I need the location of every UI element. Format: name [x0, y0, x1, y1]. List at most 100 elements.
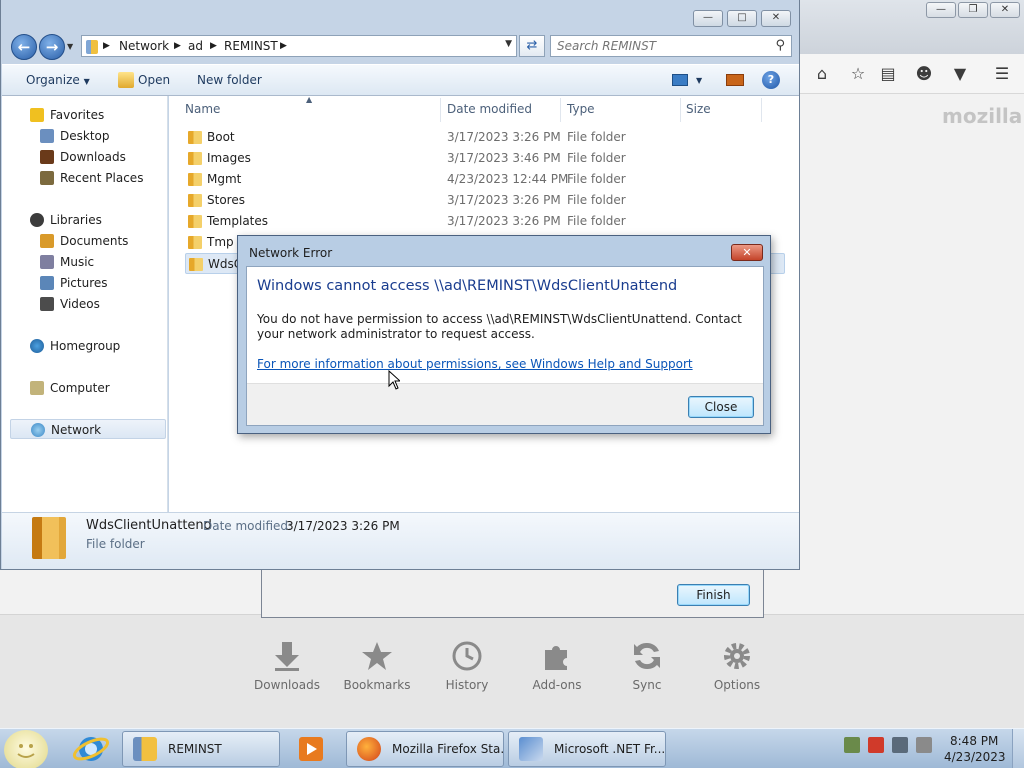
column-divider[interactable]	[560, 98, 561, 122]
file-row[interactable]: Boot 3/17/2023 3:26 PM File folder	[185, 127, 785, 148]
breadcrumb-reminst[interactable]: REMINST	[224, 39, 278, 53]
help-icon[interactable]: ?	[762, 71, 780, 89]
launcher-history[interactable]: History	[422, 640, 512, 692]
column-header-date[interactable]: Date modified	[447, 102, 532, 116]
explorer-minimize-button[interactable]: —	[693, 10, 723, 27]
download-arrow-icon	[275, 642, 299, 671]
breadcrumb-ad[interactable]: ad	[188, 39, 203, 53]
puzzle-icon	[545, 646, 567, 670]
music-icon	[40, 255, 54, 269]
dialog-heading: Windows cannot access \\ad\REMINST\WdsCl…	[257, 278, 678, 294]
new-folder-button[interactable]: New folder	[197, 73, 262, 87]
preview-pane-icon[interactable]	[726, 74, 744, 86]
dialog-footer: Close	[247, 383, 763, 425]
clock-date[interactable]: 4/23/2023	[944, 750, 1006, 764]
nav-recent-places[interactable]: Recent Places	[10, 168, 166, 188]
bookmark-star-icon[interactable]: ☆	[848, 64, 868, 84]
nav-computer[interactable]: Computer	[10, 378, 166, 398]
launcher-downloads[interactable]: Downloads	[242, 640, 332, 692]
pocket-icon[interactable]: ▼	[950, 64, 970, 84]
volume-muted-icon[interactable]	[916, 737, 932, 753]
launcher-sync[interactable]: Sync	[602, 640, 692, 692]
finish-button[interactable]: Finish	[677, 584, 750, 606]
media-player-pin[interactable]	[286, 732, 336, 766]
search-input[interactable]	[557, 39, 767, 53]
taskbar-dotnet-button[interactable]: Microsoft .NET Fr...	[508, 731, 666, 767]
nav-desktop[interactable]: Desktop	[10, 126, 166, 146]
search-box[interactable]: ⚲	[550, 35, 792, 57]
details-modified-label: Date modified:	[203, 519, 293, 533]
nav-libraries[interactable]: Libraries	[10, 210, 166, 230]
file-row[interactable]: Stores 3/17/2023 3:26 PM File folder	[185, 190, 785, 211]
navigation-pane: Favorites Desktop Downloads Recent Place…	[2, 96, 168, 512]
menu-icon[interactable]: ☰	[992, 64, 1012, 84]
firefox-close-button[interactable]: ✕	[990, 2, 1020, 18]
nav-network[interactable]: Network	[10, 419, 166, 439]
column-header-size[interactable]: Size	[686, 102, 711, 116]
file-row[interactable]: Images 3/17/2023 3:46 PM File folder	[185, 148, 785, 169]
star-icon	[362, 642, 392, 670]
taskbar: REMINST Mozilla Firefox Sta... Microsoft…	[0, 728, 1024, 768]
explorer-close-button[interactable]: ✕	[761, 10, 791, 27]
mouse-cursor-icon	[388, 370, 400, 390]
launcher-addons[interactable]: Add-ons	[512, 640, 602, 692]
nav-downloads[interactable]: Downloads	[10, 147, 166, 167]
folder-icon	[188, 194, 202, 207]
firefox-minimize-button[interactable]: —	[926, 2, 956, 18]
launcher-options[interactable]: Options	[692, 640, 782, 692]
installer-icon	[519, 737, 543, 761]
internet-explorer-pin[interactable]	[66, 732, 116, 766]
dialog-close-x-button[interactable]: ✕	[731, 244, 763, 261]
view-options-icon[interactable]	[672, 74, 688, 86]
nav-favorites[interactable]: Favorites	[10, 105, 166, 125]
column-divider[interactable]	[440, 98, 441, 122]
computer-icon	[30, 381, 44, 395]
address-bar[interactable]: ▶ Network ▶ ad ▶ REMINST ▶ ▼	[81, 35, 517, 57]
network-status-icon[interactable]	[892, 737, 908, 753]
launcher-label: Options	[713, 678, 761, 692]
chat-icon[interactable]: ☻	[914, 64, 934, 84]
homegroup-icon	[30, 339, 44, 353]
start-button[interactable]	[4, 730, 48, 768]
home-icon[interactable]: ⌂	[812, 64, 832, 84]
organize-button[interactable]: Organize ▼	[26, 73, 90, 87]
open-button[interactable]: Open	[138, 73, 170, 87]
refresh-button[interactable]: ⇄	[519, 35, 545, 57]
forward-button[interactable]: →	[39, 34, 65, 60]
firefox-restore-button[interactable]: ❐	[958, 2, 988, 18]
help-support-link[interactable]: For more information about permissions, …	[257, 357, 693, 371]
clock-time[interactable]: 8:48 PM	[950, 734, 998, 748]
address-dropdown-icon[interactable]: ▼	[505, 39, 512, 49]
security-shield-icon[interactable]	[844, 737, 860, 753]
nav-homegroup[interactable]: Homegroup	[10, 336, 166, 356]
nav-videos[interactable]: Videos	[10, 294, 166, 314]
recent-pages-chevron-icon[interactable]: ▼	[67, 42, 77, 52]
column-header-name[interactable]: Name	[185, 102, 220, 116]
launcher-bookmarks[interactable]: Bookmarks	[332, 640, 422, 692]
clock-icon	[452, 641, 482, 671]
pictures-icon	[40, 276, 54, 290]
action-center-flag-icon[interactable]	[868, 737, 884, 753]
explorer-maximize-button[interactable]: □	[727, 10, 757, 27]
mozilla-brand: mozilla	[942, 104, 1023, 128]
column-divider[interactable]	[680, 98, 681, 122]
folder-icon	[188, 236, 202, 249]
nav-documents[interactable]: Documents	[10, 231, 166, 251]
search-icon[interactable]: ⚲	[775, 38, 785, 53]
column-header-type[interactable]: Type	[567, 102, 595, 116]
smiley-icon	[17, 744, 35, 758]
breadcrumb-network[interactable]: Network	[119, 39, 169, 53]
back-button[interactable]: ←	[11, 34, 37, 60]
close-button[interactable]: Close	[688, 396, 754, 418]
nav-pictures[interactable]: Pictures	[10, 273, 166, 293]
view-dropdown-icon[interactable]: ▼	[696, 76, 702, 85]
file-row[interactable]: Mgmt 4/23/2023 12:44 PM File folder	[185, 169, 785, 190]
show-desktop-button[interactable]	[1012, 729, 1024, 768]
file-row[interactable]: Templates 3/17/2023 3:26 PM File folder	[185, 211, 785, 232]
taskbar-firefox-button[interactable]: Mozilla Firefox Sta...	[346, 731, 504, 767]
reading-list-icon[interactable]: ▤	[878, 64, 898, 84]
column-divider[interactable]	[761, 98, 762, 122]
network-location-icon	[86, 40, 98, 54]
taskbar-explorer-button[interactable]: REMINST	[122, 731, 280, 767]
nav-music[interactable]: Music	[10, 252, 166, 272]
